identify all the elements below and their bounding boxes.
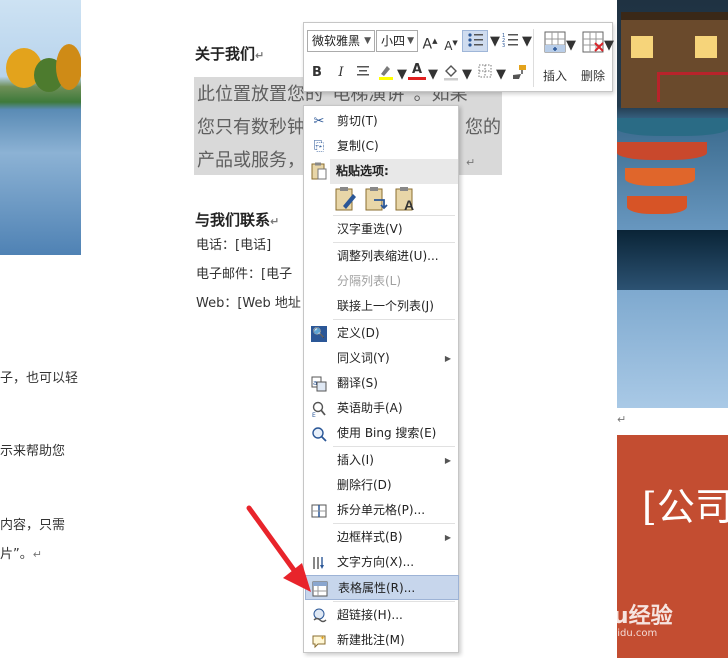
word-document-screenshot: ↵ [公司 关于我们↵ 此位置放置您的“电梯演讲”。如果 您只有数秒钟 您的 产… — [0, 0, 728, 658]
baidu-watermark: Baidu经验 — [558, 604, 673, 629]
annotation-arrow — [246, 505, 311, 592]
baidu-watermark-url: jingyan.baidu.com — [565, 628, 658, 639]
